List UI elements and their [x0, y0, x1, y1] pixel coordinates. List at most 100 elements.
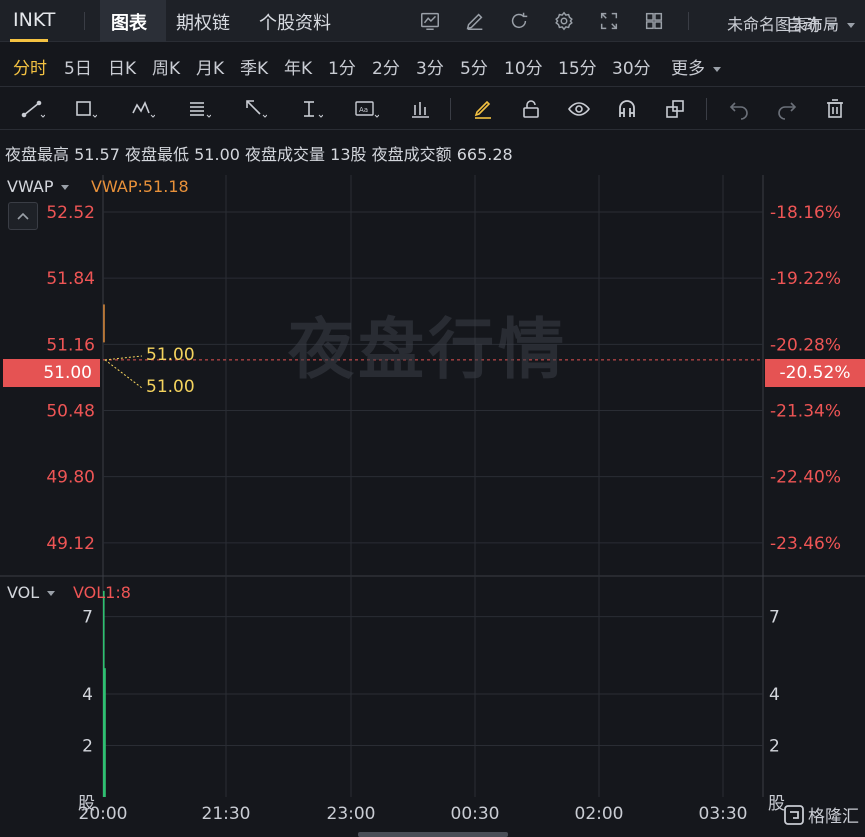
time-tick-label: 00:30 [451, 804, 500, 824]
vol-tick-label: 7 [82, 608, 93, 628]
chart-grid [0, 175, 865, 797]
callout-connector-lower [104, 359, 143, 389]
percent-tick-label: -23.46% [770, 534, 841, 554]
divider [84, 12, 85, 30]
time-tick-label: 21:30 [202, 804, 251, 824]
fullscreen-icon[interactable] [598, 10, 620, 32]
clone-icon[interactable] [662, 97, 688, 121]
vol-value: VOL1:8 [73, 583, 131, 602]
chevron-down-icon [828, 23, 836, 29]
amount-label: 夜盘成交额 [371, 145, 452, 164]
chevron-down-icon [713, 66, 721, 72]
ticker-symbol: INKT [13, 9, 56, 31]
volume-value: 13股 [330, 145, 367, 164]
time-scrollbar[interactable] [358, 832, 508, 837]
tab-stock-profile[interactable]: 个股资料 [259, 9, 331, 35]
chevron-up-icon [17, 212, 29, 220]
chart-canvas[interactable]: 52.52 -18.16% 51.84 -19.22% 51.16 -20.28% 50.4… [0, 170, 865, 837]
scale-mode-label: 自动 [786, 16, 820, 36]
night-session-info: 夜盘最高 51.57 夜盘最低 51.00 夜盘成交量 13股 夜盘成交额 66… [5, 141, 513, 165]
time-axis-ticks: 20:00 21:30 23:00 00:30 02:00 03:30 [79, 804, 748, 824]
scale-mode-dropdown[interactable]: 自动 [786, 11, 836, 36]
period-tab-13[interactable]: 30分 [612, 54, 651, 79]
grid-layout-icon[interactable] [643, 10, 665, 32]
price-callout-upper: 51.00 [146, 345, 195, 365]
percent-tick-label: -21.34% [770, 402, 841, 422]
tab-chart[interactable]: 图表 [111, 9, 147, 35]
vwap-value: VWAP:51.18 [91, 177, 189, 196]
high-label: 夜盘最高 [5, 145, 70, 164]
price-tick-label: 51.16 [46, 335, 95, 355]
time-tick-label: 03:30 [699, 804, 748, 824]
redo-icon[interactable] [774, 97, 800, 121]
rectangle-icon[interactable] [72, 97, 98, 121]
bar-pattern-icon[interactable] [408, 97, 434, 121]
callout-connector-upper [104, 355, 143, 361]
period-tab-1[interactable]: 5日 [64, 54, 92, 79]
period-tab-2[interactable]: 日K [108, 54, 136, 79]
highlighter-icon[interactable] [470, 97, 496, 121]
chevron-down-icon [47, 591, 56, 596]
collapse-button[interactable] [8, 202, 38, 230]
text-cursor-icon[interactable] [298, 97, 324, 121]
branding-logo: 格隆汇 [784, 802, 859, 827]
arrow-icon[interactable] [242, 97, 268, 121]
magnet-icon[interactable] [614, 97, 640, 121]
percent-tick-label: -20.28% [770, 335, 841, 355]
period-tab-10[interactable]: 5分 [460, 54, 488, 79]
period-tab-3[interactable]: 周K [152, 54, 180, 79]
chevron-down-icon [61, 185, 70, 190]
chevron-down-icon [847, 23, 855, 28]
period-tab-14[interactable]: 更多 [671, 54, 721, 79]
amount-value: 665.28 [456, 145, 513, 164]
time-tick-label: 23:00 [327, 804, 376, 824]
period-tab-11[interactable]: 10分 [504, 54, 543, 79]
price-callout-lower: 51.00 [146, 377, 195, 397]
eye-icon[interactable] [566, 97, 592, 121]
undo-icon[interactable] [726, 97, 752, 121]
price-tick-label: 49.80 [46, 468, 95, 488]
period-tab-0[interactable]: 分时 [13, 54, 47, 79]
high-value: 51.57 [74, 145, 120, 164]
vol-tick-label: 2 [82, 736, 93, 756]
chart-indicator-icon[interactable] [419, 10, 441, 32]
lock-icon[interactable] [518, 97, 544, 121]
edit-pen-icon[interactable] [464, 10, 486, 32]
time-tick-label: 02:00 [575, 804, 624, 824]
trash-icon[interactable] [822, 97, 848, 121]
brand-icon [784, 804, 804, 825]
period-tab-4[interactable]: 月K [196, 54, 224, 79]
price-tick-label: 50.48 [46, 402, 95, 422]
price-tick-label: 49.12 [46, 534, 95, 554]
period-tab-9[interactable]: 3分 [416, 54, 444, 79]
trendline-icon[interactable] [20, 97, 46, 121]
period-tab-5[interactable]: 季K [240, 54, 268, 79]
brand-name: 格隆汇 [808, 807, 859, 827]
volume-bar [104, 668, 106, 797]
settings-gear-icon[interactable] [553, 10, 575, 32]
volume-indicator-dropdown[interactable]: VOL [7, 583, 56, 602]
fibonacci-icon[interactable] [186, 97, 212, 121]
svg-text:Aa: Aa [359, 106, 368, 114]
refresh-icon[interactable] [508, 10, 530, 32]
period-tab-12[interactable]: 15分 [558, 54, 597, 79]
tab-options-chain[interactable]: 期权链 [176, 9, 230, 35]
active-period-underline [10, 39, 48, 42]
period-tab-8[interactable]: 2分 [372, 54, 400, 79]
vol-tick-label: 4 [82, 685, 93, 705]
current-price-tag: 51.00 [3, 359, 100, 387]
vol-name: VOL [7, 583, 40, 602]
chart-series [103, 304, 143, 797]
vwap-indicator-dropdown[interactable]: VWAP [7, 177, 70, 196]
divider [706, 98, 707, 120]
divider [450, 98, 451, 120]
vwap-name: VWAP [7, 177, 54, 196]
vol-tick-label-right: 2 [769, 736, 780, 756]
vol-tick-label-right: 4 [769, 685, 780, 705]
price-tick-label: 52.52 [46, 203, 95, 223]
period-tab-6[interactable]: 年K [284, 54, 312, 79]
period-tab-7[interactable]: 1分 [328, 54, 356, 79]
pattern-icon[interactable] [130, 97, 156, 121]
night-session-watermark: 夜盘行情 [288, 311, 568, 388]
text-label-icon[interactable]: Aa [354, 97, 380, 121]
